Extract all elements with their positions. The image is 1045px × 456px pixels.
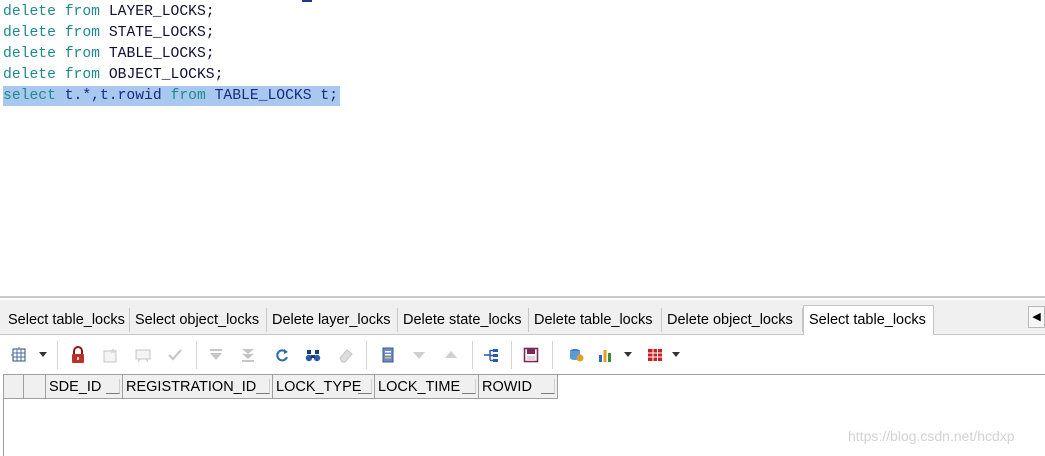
keyword: from xyxy=(64,4,100,20)
text-cursor-mark xyxy=(302,0,312,2)
tab-delete-layer-locks[interactable]: Delete layer_locks xyxy=(267,308,398,332)
column-header-lock-time[interactable]: LOCK_TIME xyxy=(375,375,479,399)
column-header-label: REGISTRATION_ID xyxy=(126,379,257,395)
keyword: from xyxy=(64,25,100,41)
insert-record-icon[interactable] xyxy=(100,345,120,365)
column-list: t.*,t.rowid xyxy=(64,88,162,104)
table-identifier: TABLE_LOCKS; xyxy=(108,46,215,62)
watermark: https://blog.csdn.net/hcdxp xyxy=(848,428,1015,444)
keyword: delete xyxy=(3,4,56,20)
chart-icon[interactable] xyxy=(596,345,616,365)
chevron-down-icon[interactable] xyxy=(39,352,47,357)
keyword: from xyxy=(64,46,100,62)
code-line[interactable]: delete from OBJECT_LOCKS; xyxy=(3,65,223,85)
column-header-sde-id[interactable]: SDE_ID xyxy=(46,375,123,399)
chevron-down-icon[interactable] xyxy=(624,352,632,357)
row-indicator-header xyxy=(4,375,24,399)
previous-query-icon[interactable] xyxy=(409,345,429,365)
table-identifier: TABLE_LOCKS t; xyxy=(214,88,339,104)
column-menu-button[interactable] xyxy=(358,379,372,394)
fetch-next-icon[interactable] xyxy=(206,345,226,365)
column-menu-button[interactable] xyxy=(256,379,270,394)
code-line[interactable]: delete from LAYER_LOCKS; xyxy=(3,2,215,22)
result-toolbar xyxy=(0,335,1045,373)
keyword: select xyxy=(3,88,56,104)
pane-splitter-highlight xyxy=(0,298,1045,299)
query-by-example-icon[interactable] xyxy=(378,345,398,365)
toolbar-separator xyxy=(552,341,553,369)
post-changes-icon[interactable] xyxy=(165,345,185,365)
toolbar-separator xyxy=(511,341,512,369)
keyword: delete xyxy=(3,67,56,83)
chevron-left-icon[interactable]: ◀ xyxy=(1028,306,1045,328)
select-grid-icon[interactable] xyxy=(9,345,29,365)
chevron-down-icon[interactable] xyxy=(672,352,680,357)
fetch-last-icon[interactable] xyxy=(238,345,258,365)
tab-delete-table-locks[interactable]: Delete table_locks xyxy=(529,308,662,332)
row-number-header xyxy=(24,375,46,399)
keyword: from xyxy=(170,88,206,104)
column-menu-button[interactable] xyxy=(106,379,120,394)
column-menu-button[interactable] xyxy=(541,379,555,394)
toolbar-separator xyxy=(366,341,367,369)
column-header-lock-type[interactable]: LOCK_TYPE xyxy=(273,375,375,399)
result-tab-strip: Select table_locks Select object_locks D… xyxy=(0,300,1045,335)
code-line[interactable]: delete from TABLE_LOCKS; xyxy=(3,44,215,64)
tab-delete-object-locks[interactable]: Delete object_locks xyxy=(662,308,803,332)
find-icon[interactable] xyxy=(303,345,323,365)
tab-select-table-locks-active[interactable]: Select table_locks xyxy=(803,305,934,335)
save-icon[interactable] xyxy=(521,345,541,365)
keyword: delete xyxy=(3,25,56,41)
column-header-label: ROWID xyxy=(482,379,532,395)
tab-select-object-locks[interactable]: Select object_locks xyxy=(130,308,267,332)
code-line[interactable]: delete from STATE_LOCKS; xyxy=(3,23,215,43)
column-header-rowid[interactable]: ROWID xyxy=(479,375,558,399)
code-line-selected[interactable]: select t.*,t.rowid from TABLE_LOCKS t; xyxy=(3,86,341,106)
table-identifier: OBJECT_LOCKS; xyxy=(108,67,224,83)
keyword: delete xyxy=(3,46,56,62)
delete-record-icon[interactable] xyxy=(133,345,153,365)
export-icon[interactable] xyxy=(481,345,501,365)
clear-icon[interactable] xyxy=(336,345,356,365)
toolbar-separator xyxy=(196,341,197,369)
column-menu-button[interactable] xyxy=(462,379,476,394)
column-header-label: SDE_ID xyxy=(49,379,102,395)
next-query-icon[interactable] xyxy=(441,345,461,365)
column-header-registration-id[interactable]: REGISTRATION_ID xyxy=(123,375,273,399)
column-header-label: LOCK_TIME xyxy=(378,379,461,395)
tab-delete-state-locks[interactable]: Delete state_locks xyxy=(398,308,529,332)
toolbar-separator xyxy=(57,341,58,369)
table-identifier: STATE_LOCKS; xyxy=(108,25,215,41)
refresh-icon[interactable] xyxy=(272,345,292,365)
table-identifier: LAYER_LOCKS; xyxy=(108,4,215,20)
toolbar-separator xyxy=(472,341,473,369)
sql-editor[interactable]: delete from LAYER_LOCKS; delete from STA… xyxy=(0,0,1045,296)
keyword: from xyxy=(64,67,100,83)
database-icon[interactable] xyxy=(566,345,586,365)
tab-select-table-locks[interactable]: Select table_locks xyxy=(3,308,130,332)
lock-icon[interactable] xyxy=(68,345,88,365)
column-header-label: LOCK_TYPE xyxy=(276,379,362,395)
table-icon[interactable] xyxy=(645,345,665,365)
